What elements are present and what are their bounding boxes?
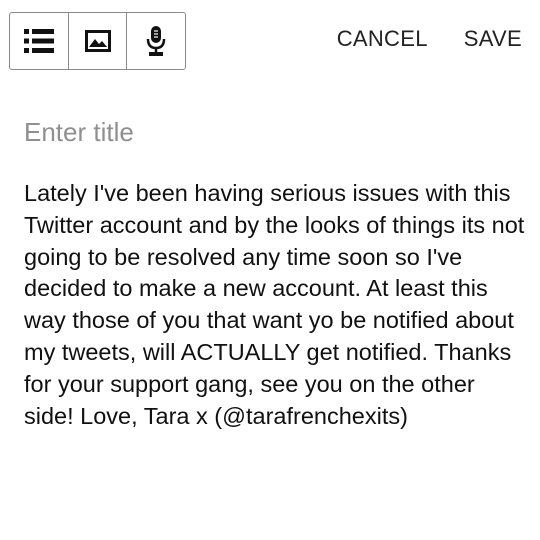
image-icon [84,30,111,52]
insert-image-button[interactable] [69,13,128,69]
title-input[interactable] [24,114,514,150]
note-body-text[interactable]: Lately I've been having serious issues w… [24,178,529,432]
formatting-toolbar [9,12,186,70]
cancel-button[interactable]: CANCEL [337,28,428,50]
list-icon [23,28,54,54]
microphone-icon [145,25,167,57]
save-button[interactable]: SAVE [464,28,522,50]
list-button[interactable] [10,13,69,69]
voice-input-button[interactable] [127,13,185,69]
header-actions: CANCEL SAVE [337,28,522,50]
